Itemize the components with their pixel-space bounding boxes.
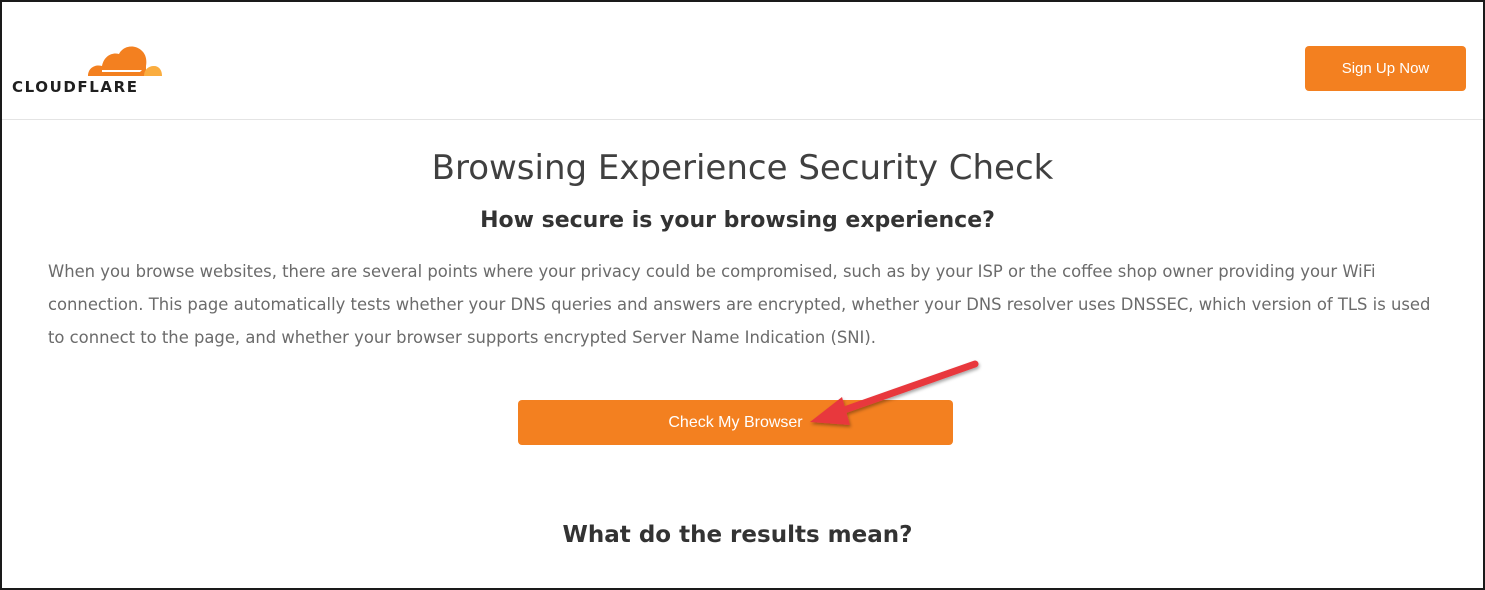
results-heading: What do the results mean? [562, 522, 913, 548]
page-title: Browsing Experience Security Check [431, 148, 1054, 188]
sign-up-button[interactable]: Sign Up Now [1305, 46, 1466, 91]
page-subtitle: How secure is your browsing experience? [480, 208, 995, 233]
cloudflare-logo[interactable]: CLOUDFLARE [10, 42, 170, 98]
cloud-icon [88, 46, 162, 76]
annotation-arrow-icon [810, 360, 979, 425]
browser-viewport: CLOUDFLARE Sign Up Now Browsing Experien… [0, 0, 1485, 590]
description-paragraph: When you browse websites, there are seve… [48, 262, 1431, 347]
site-header: CLOUDFLARE Sign Up Now [2, 2, 1483, 120]
logo-wordmark: CLOUDFLARE [12, 78, 139, 96]
